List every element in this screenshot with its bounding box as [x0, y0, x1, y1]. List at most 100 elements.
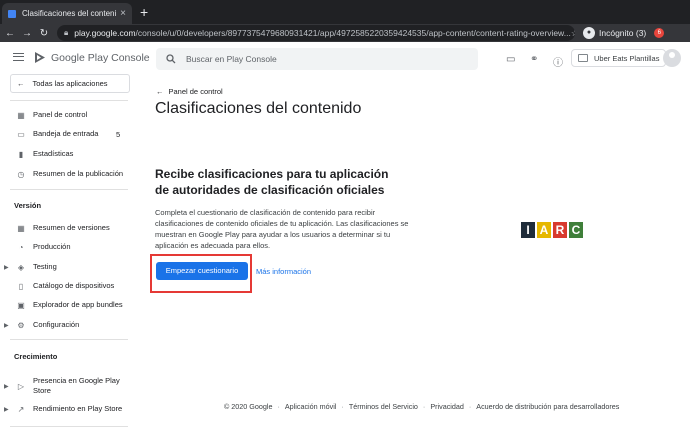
devices-icon: ▯ [18, 281, 24, 291]
address-bar[interactable]: 🔒︎ play.google.com /console/u/0/develope… [57, 25, 575, 41]
iarc-letter: C [569, 222, 583, 238]
dashboard-icon: ▦ [17, 110, 25, 120]
browser-tab[interactable]: Clasificaciones del contenido × [2, 3, 132, 24]
expand-arrow-icon[interactable]: ▶ [4, 322, 9, 329]
incognito-label: Incógnito (3) [599, 28, 647, 38]
sidebar-item-store-performance[interactable]: ▶ ↗ Rendimiento en Play Store [0, 401, 140, 417]
production-icon: ◔ [18, 242, 24, 252]
sidebar-item-releases[interactable]: ▦ Resumen de versiones [0, 220, 140, 236]
gear-icon: ⚙ [17, 320, 25, 330]
sidebar-item-devices[interactable]: ▯ Catálogo de dispositivos [0, 278, 140, 294]
help-icon[interactable]: ⓘ [553, 54, 563, 69]
brand-name: Google Play Console [51, 52, 150, 64]
account-selector[interactable]: Uber Eats Plantillas [571, 49, 667, 67]
back-arrow-icon[interactable]: ← [3, 28, 17, 39]
footer-link-mobile-app[interactable]: Aplicación móvil [285, 402, 337, 411]
sidebar-item-label: Configuración [33, 320, 80, 329]
learn-more-link[interactable]: Más información [256, 267, 311, 276]
expand-arrow-icon[interactable]: ▶ [4, 264, 9, 271]
inbox-count: 5 [116, 129, 121, 139]
sidebar-item-label: Resumen de la publicación [33, 169, 124, 178]
section-heading: Recibe clasificaciones para tu aplicació… [155, 167, 389, 197]
separator: · [341, 402, 344, 411]
account-name: Uber Eats Plantillas [594, 53, 660, 63]
bookmark-star-icon[interactable]: ☆ [571, 28, 575, 39]
bar-chart-icon: ▮ [18, 149, 24, 159]
lock-icon: 🔒︎ [64, 28, 69, 37]
expand-arrow-icon[interactable]: ▶ [4, 383, 9, 390]
trending-icon: ↗ [17, 404, 25, 414]
all-apps-button[interactable]: ← Todas las aplicaciones [10, 74, 130, 93]
app-icon [578, 54, 588, 62]
avatar[interactable] [663, 49, 681, 67]
inbox-icon: ▭ [17, 129, 25, 139]
copyright: © 2020 Google [224, 402, 273, 411]
incognito-icon: ● [583, 27, 595, 39]
sidebar-item-store-presence[interactable]: ▶ ▷ Presencia en Google Play Store [0, 375, 140, 397]
breadcrumb[interactable]: ← Panel de control [156, 87, 223, 96]
sidebar-item-settings[interactable]: ▶ ⚙ Configuración [0, 317, 140, 333]
sidebar-item-production[interactable]: ◔ Producción [0, 239, 140, 255]
footer-link-distribution[interactable]: Acuerdo de distribución para desarrollad… [476, 402, 619, 411]
breadcrumb-label: Panel de control [168, 87, 223, 96]
back-arrow-icon: ← [156, 87, 164, 96]
section-growth-title: Crecimiento [14, 352, 58, 361]
iarc-logo: I A R C [521, 222, 583, 238]
new-tab-icon[interactable]: + [140, 4, 148, 20]
sidebar-item-label: Estadísticas [33, 149, 74, 158]
section-description: Completa el cuestionario de clasificació… [155, 208, 409, 250]
incognito-profile[interactable]: ● Incógnito (3) [583, 27, 646, 39]
reload-icon[interactable]: ↻ [37, 28, 51, 39]
play-console-logo-icon [35, 52, 45, 63]
footer: © 2020 Google · Aplicación móvil · Térmi… [224, 402, 619, 411]
sidebar-item-label: Rendimiento en Play Store [33, 404, 123, 413]
separator: · [277, 402, 280, 411]
extension-badge[interactable]: 6 [654, 28, 665, 38]
sidebar-item-label: Panel de control [33, 110, 88, 119]
sidebar-item-statistics[interactable]: ▮ Estadísticas [0, 146, 140, 162]
store-presence-icon: ▷ [17, 381, 25, 391]
sidebar: ← Todas las aplicaciones ▦ Panel de cont… [0, 74, 140, 431]
section-release-title: Versión [14, 201, 42, 210]
url-path: /console/u/0/developers/8977375479680931… [135, 28, 571, 38]
search-placeholder: Buscar en Play Console [186, 54, 277, 64]
expand-arrow-icon[interactable]: ▶ [4, 406, 9, 413]
search-input[interactable]: Buscar en Play Console [156, 48, 478, 70]
divider [10, 189, 128, 190]
app-header: Google Play Console Buscar en Play Conso… [0, 42, 690, 74]
close-tab-icon[interactable]: × [120, 8, 126, 19]
sidebar-item-dashboard[interactable]: ▦ Panel de control [0, 107, 140, 123]
browser-tab-bar: Clasificaciones del contenido × + [0, 0, 690, 24]
sidebar-item-label: Resumen de versiones [33, 223, 110, 232]
search-icon [166, 54, 176, 64]
sidebar-item-label: Testing [33, 262, 57, 271]
sidebar-item-bundles[interactable]: ▣ Explorador de app bundles [0, 297, 140, 313]
sidebar-item-label: Producción [33, 242, 71, 251]
page-title: Clasificaciones del contenido [155, 100, 362, 117]
link-icon[interactable]: ⚭ [530, 54, 538, 65]
publishing-icon: ◷ [17, 169, 25, 179]
hamburger-menu-icon[interactable] [13, 53, 24, 61]
releases-icon: ▦ [17, 223, 25, 233]
sidebar-item-label: Explorador de app bundles [33, 300, 123, 309]
all-apps-label: Todas las aplicaciones [32, 79, 108, 88]
footer-link-terms[interactable]: Términos del Servicio [349, 402, 418, 411]
sidebar-item-inbox[interactable]: ▭ Bandeja de entrada 5 [0, 126, 140, 142]
iarc-letter: A [537, 222, 551, 238]
sidebar-item-testing[interactable]: ▶ ◈ Testing [0, 259, 140, 275]
forward-arrow-icon[interactable]: → [20, 28, 34, 39]
divider [10, 100, 128, 101]
iarc-letter: I [521, 222, 535, 238]
iarc-letter: R [553, 222, 567, 238]
separator: · [468, 402, 472, 411]
divider [10, 339, 128, 340]
tab-title: Clasificaciones del contenido [22, 9, 117, 18]
feedback-icon[interactable]: ▭ [506, 54, 515, 65]
testing-icon: ◈ [17, 262, 25, 272]
divider [10, 426, 128, 427]
footer-link-privacy[interactable]: Privacidad [430, 402, 464, 411]
separator: · [422, 402, 426, 411]
start-questionnaire-button[interactable]: Empezar cuestionario [156, 262, 248, 280]
sidebar-item-publishing[interactable]: ◷ Resumen de la publicación [0, 166, 140, 182]
url-host: play.google.com [74, 28, 136, 38]
